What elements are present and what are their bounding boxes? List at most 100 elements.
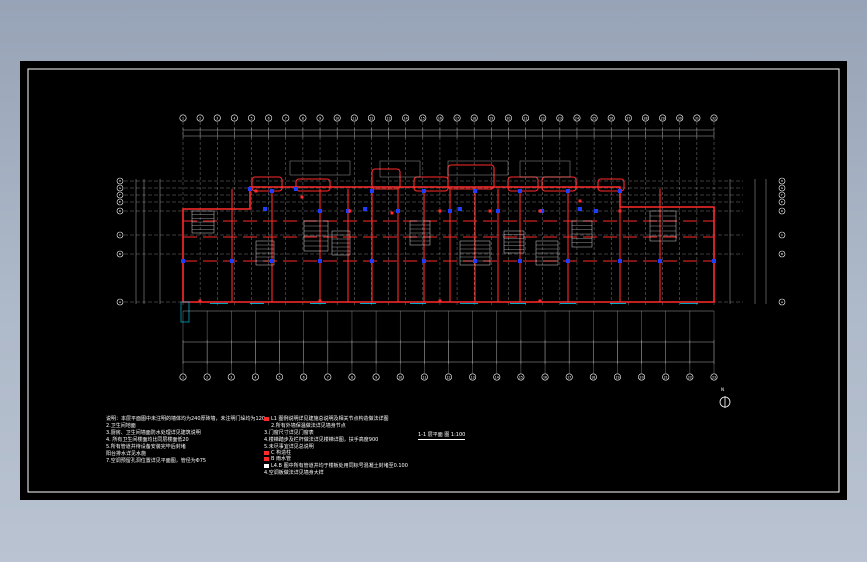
marker-icon [578, 199, 582, 203]
marker-icon [538, 209, 542, 213]
note-line: 4. 所有卫生间楼面均比同层楼面低20 [106, 437, 189, 443]
column-icon [370, 189, 374, 193]
legend-line: B 雨水管 [271, 456, 292, 462]
axis-label: 19 [489, 116, 493, 120]
axis-label: 1 [182, 375, 184, 379]
note-line: 2.卫生间地面 [106, 423, 136, 429]
axis-label: 23 [712, 375, 716, 379]
column-icon [318, 259, 322, 263]
axis-label: F [119, 193, 121, 197]
axis-label: 21 [664, 375, 668, 379]
axis-label: G [781, 186, 784, 190]
column-icon [594, 209, 598, 213]
note-line: 5.所有管道井待设备安装完毕后封堵 [106, 444, 186, 450]
axis-label: 26 [609, 116, 613, 120]
stair-icon [571, 220, 593, 248]
wall-legend-icon [264, 417, 269, 421]
cad-drawing-viewport[interactable]: 1 2 3 4 5 6 7 8 9 10 11 12 13 14 15 16 17 18 19 20 21 22 23 24 2… [20, 61, 847, 500]
column-icon [712, 259, 716, 263]
axis-label: D [119, 209, 122, 213]
legend-line: 4.楼梯踏步及栏杆做法详见楼梯详图，扶手高度900 [264, 437, 379, 443]
column-icon [658, 259, 662, 263]
axis-label: 20 [506, 116, 510, 120]
stair-icon [409, 220, 431, 246]
balcony-wall [413, 176, 449, 192]
axis-label: 14 [495, 375, 499, 379]
note-line: 3.厨房、卫生间墙面防水处理详见建筑说明 [106, 430, 201, 436]
axis-label: 5 [251, 116, 253, 120]
column-icon [566, 189, 570, 193]
marker-icon [438, 209, 442, 213]
axis-label: 30 [678, 116, 682, 120]
axis-label: 23 [558, 116, 562, 120]
column-icon [618, 259, 622, 263]
axis-label: A [781, 300, 784, 304]
axis-label: 18 [591, 375, 595, 379]
column-icon [318, 209, 322, 213]
axis-label: 8 [351, 375, 353, 379]
axis-label: 16 [438, 116, 442, 120]
drawing-frame [27, 68, 840, 493]
shaft-legend-icon [264, 464, 269, 468]
stair-icon [303, 220, 329, 252]
axis-label: 15 [421, 116, 425, 120]
marker-icon [198, 299, 202, 303]
building-plan [180, 160, 716, 323]
axis-label: 11 [422, 375, 426, 379]
column-icon [230, 259, 234, 263]
downpipe-legend-icon [264, 457, 269, 461]
plan-title: 1-1 层平面 图 1:100 [418, 432, 466, 440]
column-icon [566, 259, 570, 263]
column-icon [363, 207, 367, 211]
balcony-wall [541, 176, 577, 192]
axis-label: A [119, 300, 122, 304]
column-icon [518, 189, 522, 193]
column-icon [518, 259, 522, 263]
axis-label: 17 [567, 375, 571, 379]
axis-label: 14 [404, 116, 408, 120]
column-icon [473, 189, 477, 193]
legend-line: 3.门窗尺寸详见门窗表 [264, 430, 314, 436]
column-icon [270, 189, 274, 193]
axis-label: 18 [472, 116, 476, 120]
legend-line: 4.空调板做法详见墙身大样 [264, 470, 324, 476]
column-legend-icon [264, 451, 269, 455]
column-icon [422, 259, 426, 263]
axis-label: H [781, 179, 783, 183]
axis-label: 6 [303, 375, 305, 379]
axis-label: B [781, 252, 783, 256]
axis-label: 7 [285, 116, 287, 120]
note-line: 阳台排水详见水施 [106, 451, 147, 457]
axis-label: 22 [688, 375, 692, 379]
axis-label: C [781, 233, 783, 237]
marker-icon [618, 209, 622, 213]
stair-icon [191, 210, 215, 234]
axis-label: F [781, 193, 783, 197]
axis-label: 9 [319, 116, 321, 120]
axis-label: 1 [182, 116, 184, 120]
legend-line: 2.所有外墙保温做法详见墙身节点 [271, 423, 346, 429]
column-icon [473, 259, 477, 263]
axis-label: 7 [327, 375, 329, 379]
axis-label: 32 [712, 116, 716, 120]
column-icon [496, 209, 500, 213]
axis-label: 10 [398, 375, 402, 379]
marker-icon [438, 299, 442, 303]
axis-label: 12 [446, 375, 450, 379]
bay-outline [519, 160, 571, 178]
axis-label: H [119, 179, 121, 183]
column-icon [578, 207, 582, 211]
axis-label: 13 [471, 375, 475, 379]
column-icon [458, 207, 462, 211]
axis-label: E [781, 200, 783, 204]
balcony-wall [507, 176, 539, 192]
axis-label: 4 [254, 375, 256, 379]
note-line: 说明：本层平面图中未注明的墙体均为240厚砖墙，未注明门垛均为120 [106, 416, 266, 422]
column-icon [618, 189, 622, 193]
axis-label: 3 [216, 116, 218, 120]
axis-label: 11 [352, 116, 356, 120]
stair-icon [649, 210, 677, 242]
axis-label: 15 [519, 375, 523, 379]
axis-label: 13 [387, 116, 391, 120]
axis-label: D [781, 209, 784, 213]
